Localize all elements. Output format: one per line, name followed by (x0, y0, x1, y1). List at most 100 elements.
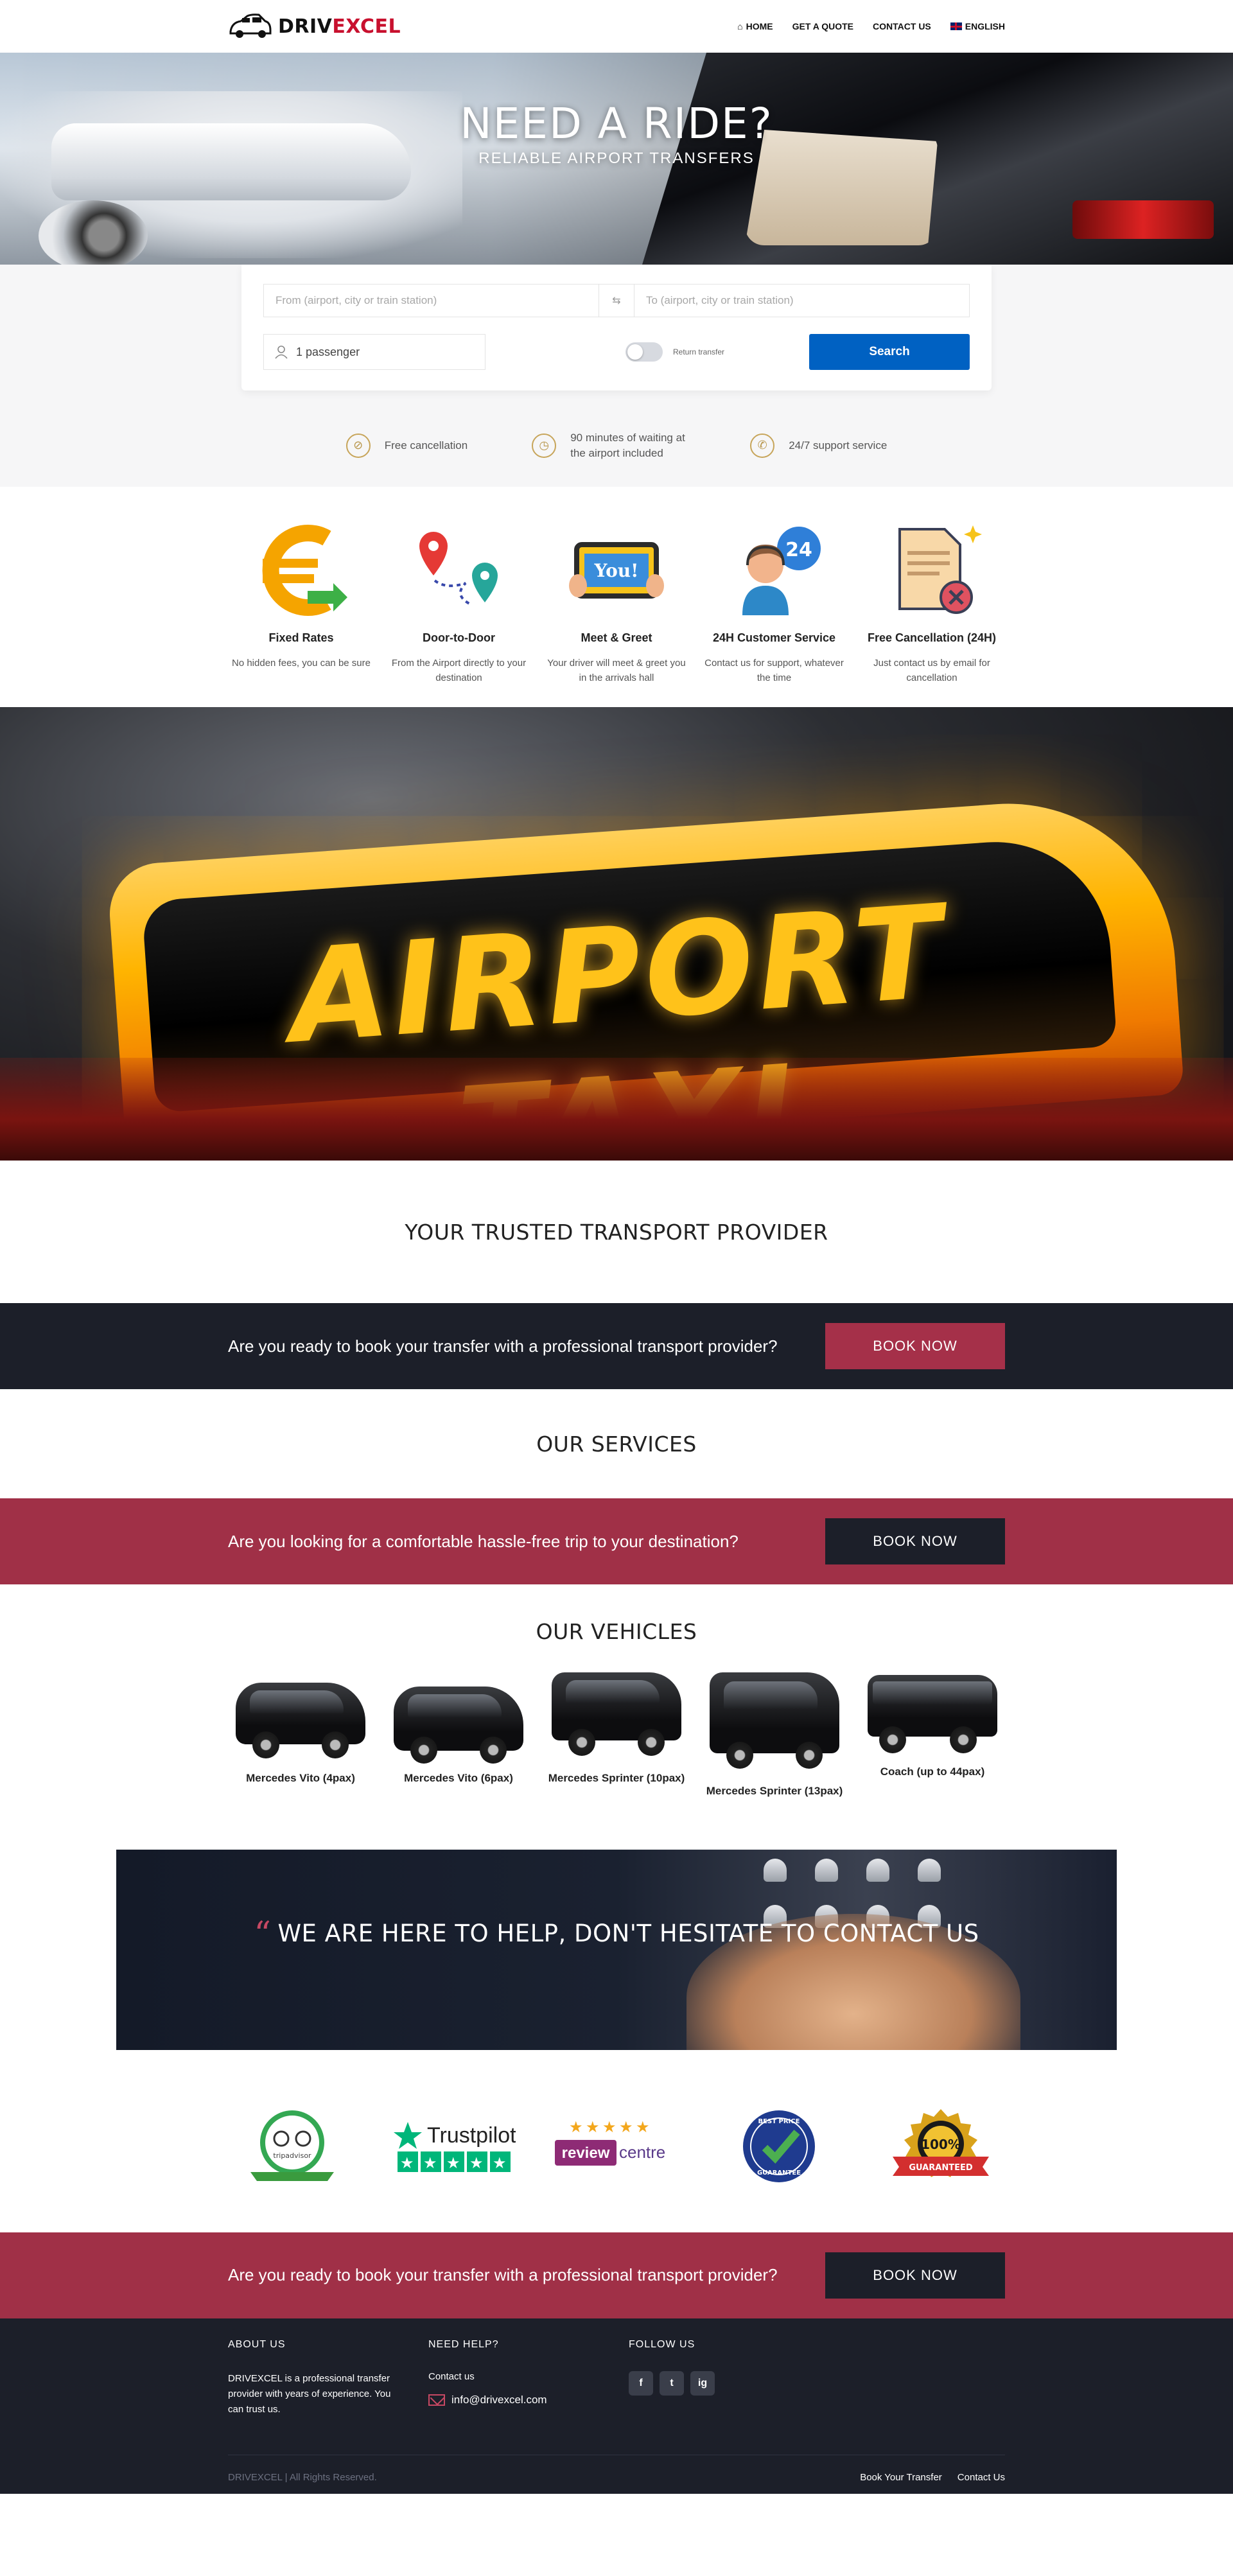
best-price-badge: BEST PRICE GUARANTEE (715, 2107, 843, 2186)
quote-icon: “ (254, 1914, 272, 1954)
footer-about: ABOUT US DRIVEXCEL is a professional tra… (228, 2338, 391, 2415)
support-agent-icon: 24 (723, 519, 826, 622)
return-transfer-toggle[interactable] (625, 342, 663, 362)
trusted-title: YOUR TRUSTED TRANSPORT PROVIDER (405, 1219, 828, 1245)
benefits-section: Fixed Rates No hidden fees, you can be s… (0, 486, 1233, 708)
feature-item: ◷ 90 minutes of waiting at the airport i… (532, 430, 686, 461)
return-transfer-label: Return transfer (673, 347, 725, 356)
minibus-icon (544, 1667, 689, 1764)
book-now-button[interactable]: BOOK NOW (825, 1323, 1005, 1370)
site-header: DRIVEXCEL ⌂ HOME GET A QUOTE CONTACT US E… (0, 0, 1233, 53)
footer-contact-link[interactable]: Contact us (428, 2371, 629, 2382)
phone-icon: ✆ (750, 433, 775, 458)
vehicle-list: Mercedes Vito (4pax) Mercedes Vito (6pax… (228, 1667, 1005, 1800)
feature-item: ⊘ Free cancellation (345, 433, 468, 458)
footer-contact-us-link[interactable]: Contact Us (958, 2472, 1005, 2483)
svg-text:24: 24 (785, 539, 812, 561)
nav-home[interactable]: ⌂ HOME (737, 21, 773, 31)
svg-text:★: ★ (400, 2154, 414, 2172)
cta-banner-comfort: Are you looking for a comfortable hassle… (0, 1498, 1233, 1585)
svg-text:★: ★ (493, 2154, 507, 2172)
cta-banner-booking: Are you ready to book your transfer with… (0, 1303, 1233, 1390)
vehicles-section: OUR VEHICLES Mercedes Vito (4pax) Merced… (0, 1584, 1233, 1850)
benefit-free-cancellation: Free Cancellation (24H) Just contact us … (859, 519, 1005, 686)
svg-text:100%: 100% (921, 2137, 961, 2152)
to-input[interactable]: To (airport, city or train station) (634, 285, 969, 317)
logo[interactable]: DRIVEXCEL (228, 12, 401, 40)
hero-banner: NEED A RIDE? RELIABLE AIRPORT TRANSFERS (0, 53, 1233, 265)
svg-text:★: ★ (619, 2118, 633, 2136)
search-button[interactable]: Search (809, 334, 970, 370)
svg-text:★: ★ (423, 2154, 437, 2172)
cta-text: Are you looking for a comfortable hassle… (228, 1531, 739, 1551)
cta-text: Are you ready to book your transfer with… (228, 1336, 778, 1356)
nav-language[interactable]: ENGLISH (949, 21, 1005, 31)
instagram-icon[interactable]: ig (690, 2370, 715, 2396)
nav-contact-us[interactable]: CONTACT US (873, 21, 931, 31)
feature-item: ✆ 24/7 support service (750, 433, 887, 458)
svg-text:GUARANTEED: GUARANTEED (909, 2163, 972, 2173)
services-title: OUR SERVICES (536, 1431, 697, 1457)
book-now-button[interactable]: BOOK NOW (825, 1518, 1005, 1565)
from-input[interactable]: From (airport, city or train station) (264, 285, 599, 317)
footer-help: NEED HELP? Contact us info@drivexcel.com (428, 2339, 629, 2417)
book-now-button[interactable]: BOOK NOW (825, 2252, 1005, 2299)
airport-taxi-banner: AIRPORT TAXI (0, 707, 1233, 1161)
uk-flag-icon (949, 22, 963, 31)
van-icon (386, 1667, 531, 1764)
minibus-icon (702, 1667, 847, 1776)
svg-text:tripadvisor: tripadvisor (273, 2151, 311, 2160)
passenger-select[interactable]: 1 passenger (263, 334, 485, 370)
svg-text:centre: centre (619, 2142, 665, 2162)
hero-title: NEED A RIDE? (460, 99, 773, 148)
svg-text:You!: You! (594, 560, 639, 581)
benefit-customer-service: 24 24H Customer Service Contact us for s… (701, 519, 848, 686)
vehicle-card[interactable]: Mercedes Sprinter (10pax) (544, 1667, 689, 1800)
benefit-fixed-rates: Fixed Rates No hidden fees, you can be s… (228, 519, 374, 686)
svg-text:★: ★ (569, 2118, 583, 2136)
vehicle-card[interactable]: Mercedes Sprinter (13pax) (702, 1667, 847, 1800)
logo-text: DRIVEXCEL (278, 15, 401, 38)
svg-text:★: ★ (586, 2118, 600, 2136)
benefit-door-to-door: Door-to-Door From the Airport directly t… (386, 519, 532, 686)
cta-banner-booking-bottom: Are you ready to book your transfer with… (0, 2232, 1233, 2318)
footer-book-transfer-link[interactable]: Book Your Transfer (860, 2472, 942, 2483)
satisfaction-guaranteed-badge: 100% GUARANTEED (877, 2107, 1005, 2186)
envelope-icon (428, 2394, 445, 2406)
cta-text: Are you ready to book your transfer with… (228, 2265, 778, 2285)
svg-text:★: ★ (469, 2154, 484, 2172)
vehicle-card[interactable]: Coach (up to 44pax) (860, 1667, 1005, 1800)
euro-icon (250, 519, 353, 622)
vehicle-card[interactable]: Mercedes Vito (4pax) (228, 1667, 373, 1800)
footer-email-link[interactable]: info@drivexcel.com (428, 2394, 629, 2406)
help-banner: “WE ARE HERE TO HELP, DON'T HESITATE TO … (116, 1849, 1117, 2050)
svg-text:review: review (562, 2144, 610, 2162)
tripadvisor-badge: tripadvisor (228, 2107, 356, 2186)
footer-follow: FOLLOW US f t ig (629, 2339, 829, 2417)
svg-text:★: ★ (602, 2118, 616, 2136)
cancel-icon: ⊘ (345, 433, 371, 458)
twitter-icon[interactable]: t (660, 2370, 684, 2396)
welcome-sign-icon: You! (565, 519, 668, 622)
home-icon: ⌂ (737, 21, 743, 31)
hero-subtitle: RELIABLE AIRPORT TRANSFERS (478, 150, 755, 167)
search-form: From (airport, city or train station) ⇆ … (241, 265, 992, 390)
help-heading: “WE ARE HERE TO HELP, DON'T HESITATE TO … (254, 1914, 979, 1954)
nav-get-a-quote[interactable]: GET A QUOTE (792, 21, 853, 31)
swap-route-icon[interactable]: ⇆ (599, 285, 634, 317)
map-route-icon (408, 519, 511, 622)
main-nav: ⌂ HOME GET A QUOTE CONTACT US ENGLISH (737, 21, 1005, 31)
services-section: OUR SERVICES (0, 1389, 1233, 1498)
feature-list: ⊘ Free cancellation ◷ 90 minutes of wait… (0, 430, 1233, 461)
coach-icon (860, 1667, 1005, 1757)
svg-text:BEST PRICE: BEST PRICE (758, 2118, 800, 2125)
passenger-count: 1 passenger (296, 345, 360, 358)
site-footer: ABOUT US DRIVEXCEL is a professional tra… (0, 2318, 1233, 2494)
facebook-icon[interactable]: f (629, 2370, 653, 2396)
vehicle-card[interactable]: Mercedes Vito (6pax) (386, 1667, 531, 1800)
review-centre-badge: ★ ★ ★ ★ ★ review centre (552, 2107, 681, 2186)
svg-text:Trustpilot: Trustpilot (427, 2123, 516, 2148)
clock-icon: ◷ (532, 433, 557, 458)
copyright-text: DRIVEXCEL | All Rights Reserved. (228, 2471, 377, 2483)
trust-badges: tripadvisor Trustpilot ★ ★ ★ ★ ★ ★ ★ ★ ★ ★ revie… (0, 2050, 1233, 2232)
